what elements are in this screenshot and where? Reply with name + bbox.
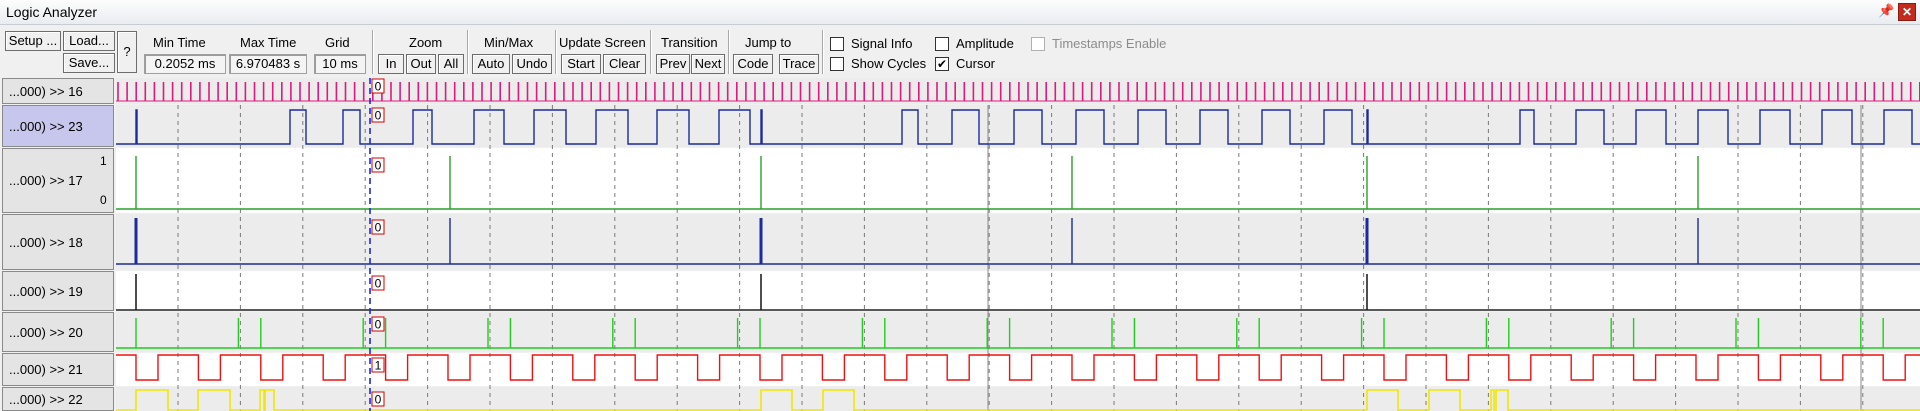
pin-icon[interactable]: 📌 xyxy=(1878,3,1894,19)
min-time-value: 0.2052 ms xyxy=(144,54,226,74)
transition-prev-button[interactable]: Prev xyxy=(656,54,690,74)
update-start-button[interactable]: Start xyxy=(561,54,601,74)
minmax-auto-button[interactable]: Auto xyxy=(472,54,510,74)
window-title: Logic Analyzer xyxy=(6,4,98,20)
separator xyxy=(650,30,652,74)
cursor-value: 0 xyxy=(375,80,382,94)
timestamps-checkbox[interactable] xyxy=(1031,37,1045,51)
load-button[interactable]: Load... xyxy=(63,31,115,51)
zoom-all-button[interactable]: All xyxy=(438,54,464,74)
grid-value: 10 ms xyxy=(314,54,366,74)
update-clear-button[interactable]: Clear xyxy=(603,54,646,74)
save-button[interactable]: Save... xyxy=(63,53,115,73)
jump-to-label: Jump to xyxy=(745,35,792,50)
close-icon[interactable]: ✕ xyxy=(1898,3,1916,21)
separator xyxy=(467,30,469,74)
jump-code-button[interactable]: Code xyxy=(733,54,773,74)
signal-lane xyxy=(116,105,1920,147)
max-time-label: Max Time xyxy=(240,35,297,50)
signal-label[interactable]: ...000) >> 21 xyxy=(2,353,114,386)
cursor-label: Cursor xyxy=(956,56,996,71)
amplitude-checkbox[interactable] xyxy=(935,37,949,51)
zoom-out-button[interactable]: Out xyxy=(406,54,436,74)
cursor-value: 0 xyxy=(375,277,382,291)
signal-label[interactable]: ...000) >> 23 xyxy=(2,105,114,147)
toolbar: Setup ... Load... Save... ? Min Time 0.2… xyxy=(0,25,1920,77)
waveform-area[interactable]: 0 0 0 0 0 0 1 0 xyxy=(116,78,1920,411)
cursor-value: 0 xyxy=(375,109,382,123)
signal-info-label: Signal Info xyxy=(851,36,913,51)
cursor-checkbox[interactable]: ✔ xyxy=(935,57,949,71)
help-button[interactable]: ? xyxy=(117,31,137,73)
window-titlebar: Logic Analyzer 📌 ✕ xyxy=(0,0,1920,25)
cursor-value: 0 xyxy=(375,159,382,173)
separator xyxy=(555,30,557,74)
y-axis-min-label: 0 xyxy=(100,193,107,207)
min-time-label: Min Time xyxy=(153,35,206,50)
signal-lane xyxy=(116,214,1920,270)
show-cycles-label: Show Cycles xyxy=(851,56,927,71)
signal-labels: ...000) >> 16 ...000) >> 23 ...000) >> 1… xyxy=(0,78,116,411)
zoom-label: Zoom xyxy=(409,35,443,50)
cursor-value: 1 xyxy=(375,359,382,373)
signal-lane xyxy=(116,353,1920,386)
timestamps-label: Timestamps Enable xyxy=(1052,36,1167,51)
separator xyxy=(372,30,374,74)
signal-lane xyxy=(116,312,1920,352)
transition-label: Transition xyxy=(661,35,718,50)
signal-lane xyxy=(116,148,1920,213)
checkmark-icon: ✔ xyxy=(936,57,948,71)
signal-label[interactable]: ...000) >> 22 xyxy=(2,387,114,411)
signal-lane xyxy=(116,387,1920,411)
max-time-value: 6.970483 s xyxy=(229,54,307,74)
signal-label[interactable]: ...000) >> 17 xyxy=(2,148,114,213)
separator xyxy=(822,30,824,74)
cursor-value: 0 xyxy=(375,221,382,235)
minmax-undo-button[interactable]: Undo xyxy=(512,54,552,74)
show-cycles-checkbox[interactable] xyxy=(830,57,844,71)
signal-label[interactable]: ...000) >> 19 xyxy=(2,271,114,311)
signal-label[interactable]: ...000) >> 16 xyxy=(2,78,114,104)
y-axis-max-label: 1 xyxy=(100,154,107,168)
update-screen-label: Update Screen xyxy=(559,35,646,50)
amplitude-label: Amplitude xyxy=(956,36,1014,51)
jump-trace-button[interactable]: Trace xyxy=(779,54,819,74)
cursor-value: 0 xyxy=(375,393,382,407)
signal-lane xyxy=(116,78,1920,104)
grid-label: Grid xyxy=(325,35,350,50)
transition-next-button[interactable]: Next xyxy=(691,54,725,74)
setup-button[interactable]: Setup ... xyxy=(5,31,61,51)
signal-info-checkbox[interactable] xyxy=(830,37,844,51)
signal-label[interactable]: ...000) >> 18 xyxy=(2,214,114,270)
signal-label[interactable]: ...000) >> 20 xyxy=(2,312,114,352)
cursor-value: 0 xyxy=(375,318,382,332)
separator xyxy=(728,30,730,74)
zoom-in-button[interactable]: In xyxy=(378,54,404,74)
signal-lane xyxy=(116,271,1920,311)
minmax-label: Min/Max xyxy=(484,35,534,50)
